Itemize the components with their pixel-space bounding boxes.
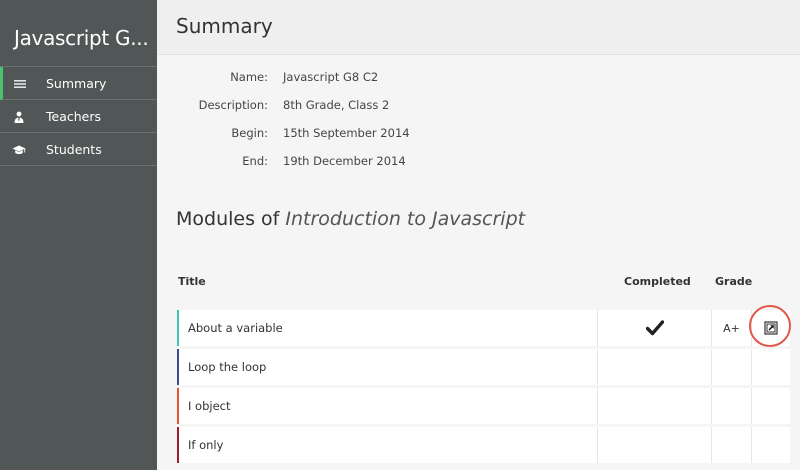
completed-cell <box>598 388 712 424</box>
completed-cell <box>598 427 712 463</box>
grade-cell: A+ <box>712 310 752 346</box>
table-row[interactable]: If only <box>177 427 790 463</box>
grade-cell <box>712 427 752 463</box>
sidebar-item-teachers[interactable]: Teachers <box>0 100 157 133</box>
graduation-cap-icon <box>12 145 26 155</box>
module-title: If only <box>179 427 598 463</box>
app-title: Javascript G... <box>14 26 149 50</box>
page-title: Summary <box>176 14 273 38</box>
modules-table: About a variable A+ Loop the loop I obje… <box>177 310 790 466</box>
action-cell <box>752 388 790 424</box>
sidebar-item-students[interactable]: Students <box>0 133 157 166</box>
table-row[interactable]: About a variable A+ <box>177 310 790 346</box>
module-title: I object <box>179 388 598 424</box>
modules-heading: Modules of Introduction to Javascript <box>176 208 525 230</box>
course-details: Name: Javascript G8 C2 Description: 8th … <box>157 66 800 178</box>
completed-cell <box>598 310 712 346</box>
column-header-grade: Grade <box>715 275 753 288</box>
action-cell <box>752 349 790 385</box>
detail-row-name: Name: Javascript G8 C2 <box>157 66 800 94</box>
sidebar-nav: Summary Teachers Students <box>0 66 157 166</box>
begin-value: 15th September 2014 <box>283 126 410 140</box>
detail-row-description: Description: 8th Grade, Class 2 <box>157 94 800 122</box>
action-cell <box>752 427 790 463</box>
table-row[interactable]: Loop the loop <box>177 349 790 385</box>
table-row[interactable]: I object <box>177 388 790 424</box>
description-value: 8th Grade, Class 2 <box>283 98 390 112</box>
action-cell <box>752 310 790 346</box>
begin-label: Begin: <box>231 126 268 140</box>
name-label: Name: <box>230 70 268 84</box>
sidebar-item-summary[interactable]: Summary <box>0 67 157 100</box>
module-title: About a variable <box>179 310 598 346</box>
detail-row-begin: Begin: 15th September 2014 <box>157 122 800 150</box>
name-value: Javascript G8 C2 <box>283 70 379 84</box>
end-label: End: <box>242 154 268 168</box>
completed-cell <box>598 349 712 385</box>
teacher-icon <box>14 111 24 123</box>
modules-heading-prefix: Modules of <box>176 208 280 230</box>
open-module-icon[interactable] <box>764 321 778 335</box>
description-label: Description: <box>198 98 268 112</box>
module-title: Loop the loop <box>179 349 598 385</box>
column-header-completed: Completed <box>624 275 691 288</box>
column-header-title: Title <box>178 275 206 288</box>
page-header: Summary <box>157 0 800 55</box>
modules-course-name: Introduction to Javascript <box>285 208 526 230</box>
detail-row-end: End: 19th December 2014 <box>157 150 800 178</box>
checkmark-icon <box>645 320 664 336</box>
end-value: 19th December 2014 <box>283 154 406 168</box>
sidebar-item-label: Teachers <box>46 109 101 124</box>
main-content: Summary Name: Javascript G8 C2 Descripti… <box>157 0 800 470</box>
list-icon <box>14 80 26 88</box>
grade-cell <box>712 388 752 424</box>
sidebar-item-label: Students <box>46 142 102 157</box>
sidebar-item-label: Summary <box>46 76 107 91</box>
sidebar: Javascript G... Summary Teachers Student… <box>0 0 157 470</box>
grade-cell <box>712 349 752 385</box>
